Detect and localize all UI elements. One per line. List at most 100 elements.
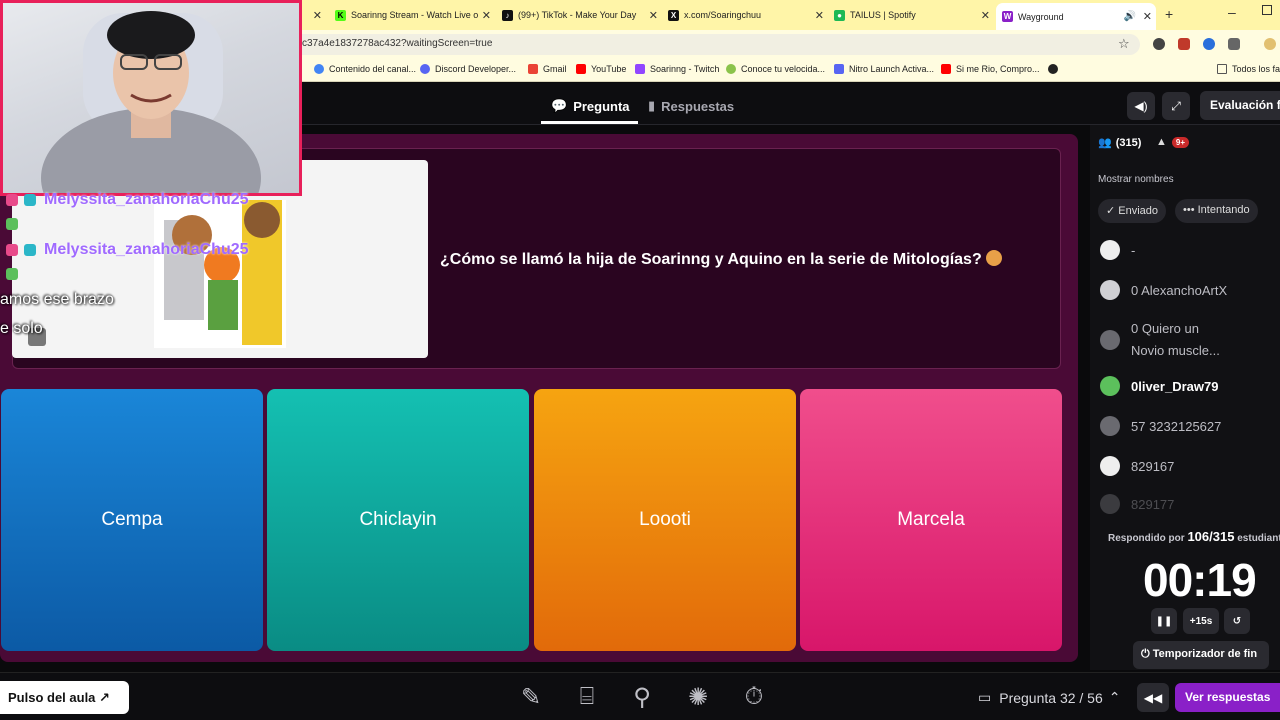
url-field[interactable]: c37a4e1837278ac432?waitingScreen=true	[290, 34, 1140, 55]
question-text: ¿Cómo se llamó la hija de Soarinng y Aqu…	[440, 250, 1002, 269]
tab-tiktok[interactable]: ♪ (99+) TikTok - Make Your Day ✕	[502, 4, 662, 26]
volume-icon: ◀)	[1134, 99, 1148, 113]
tab-pregunta[interactable]: 💬 Pregunta	[541, 98, 638, 124]
youtube-icon	[576, 64, 586, 74]
tiktok-icon: ♪	[502, 9, 513, 21]
tab-x[interactable]: X x.com/Soaringchuu ✕	[668, 4, 828, 26]
tab-spotify[interactable]: ● TAILUS | Spotify ✕	[834, 4, 994, 26]
show-names-label[interactable]: Mostrar nombres	[1098, 174, 1174, 185]
filter-sent-chip[interactable]: ✓ Enviado	[1098, 199, 1167, 223]
student-item[interactable]: 0liver_Draw79	[1100, 376, 1218, 396]
avatar[interactable]	[1264, 38, 1276, 50]
spinner-icon[interactable]: ✺	[681, 680, 715, 714]
puzzle-icon[interactable]	[1228, 38, 1240, 50]
chat-badge-icon	[24, 244, 36, 256]
chat-badge-icon	[6, 244, 18, 256]
question-counter[interactable]: ▭ Pregunta 32 / 56 ⌃	[978, 689, 1121, 706]
extension-icon[interactable]	[1203, 38, 1215, 50]
alerts[interactable]: ▲ 9+	[1156, 136, 1190, 148]
star-icon[interactable]: ☆	[1118, 36, 1130, 52]
globe-icon	[1048, 64, 1058, 74]
bookmark-item[interactable]: Gmail	[528, 64, 567, 74]
bar-chart-icon: ▮	[648, 98, 656, 113]
close-icon[interactable]: ✕	[981, 9, 990, 22]
external-link-icon: ↗	[99, 690, 110, 705]
end-evaluation-button[interactable]: Evaluación fin	[1200, 91, 1280, 120]
avatar	[1100, 330, 1120, 350]
extension-icon[interactable]	[1153, 38, 1165, 50]
wayground-icon: W	[1002, 11, 1013, 22]
answer-option-1[interactable]: Cempa	[1, 389, 263, 651]
chat-badge-icon	[6, 194, 18, 206]
student-item[interactable]: 829177	[1100, 494, 1174, 514]
student-item[interactable]: -	[1100, 240, 1135, 260]
streamer-video	[41, 11, 261, 193]
tab-soarinng-stream[interactable]: K Soarinng Stream - Watch Live o ✕	[335, 4, 495, 26]
chat-message: amos ese brazo	[0, 291, 114, 308]
previous-button[interactable]: ◀◀	[1137, 683, 1169, 712]
student-item[interactable]: 0 AlexanchoArtX	[1100, 280, 1227, 300]
student-item[interactable]: 57 3232125627	[1100, 416, 1221, 436]
bookmark-item[interactable]: Discord Developer...	[420, 64, 516, 74]
add-time-button[interactable]: +15s	[1183, 608, 1219, 634]
teleport-icon[interactable]: ⚲	[625, 680, 659, 714]
close-icon[interactable]: ✕	[815, 9, 824, 22]
chat-emote-icon	[6, 268, 18, 280]
bookmark-item[interactable]: Si me Rio, Compro...	[941, 64, 1040, 74]
chat-emote-icon	[6, 218, 18, 230]
bookmark-item[interactable]: Conoce tu velocida...	[726, 64, 825, 74]
bookmark-item[interactable]: YouTube	[576, 64, 626, 74]
maximize-icon[interactable]	[1262, 5, 1272, 15]
ellipsis-icon: •••	[1183, 204, 1198, 216]
avatar	[1100, 376, 1120, 396]
avatar	[1100, 416, 1120, 436]
extension-icon[interactable]	[1178, 38, 1190, 50]
close-icon[interactable]: ✕	[313, 9, 322, 22]
pause-button[interactable]: ❚❚	[1151, 608, 1177, 634]
twitch-icon	[635, 64, 645, 74]
nitro-icon	[834, 64, 844, 74]
bookmark-item[interactable]: Soarinng - Twitch	[635, 64, 719, 74]
answer-option-2[interactable]: Chiclayin	[267, 389, 529, 651]
student-item[interactable]: 0 Quiero un Novio muscle...	[1100, 318, 1220, 362]
power-icon: ⏻	[1141, 648, 1153, 660]
avatar	[1100, 494, 1120, 514]
screen: { "browser": { "tabs": [ {"title": "Soar…	[0, 0, 1280, 720]
minimize-icon[interactable]: –	[1228, 4, 1236, 20]
view-answers-button[interactable]: Ver respuestas	[1175, 683, 1280, 712]
participant-count[interactable]: 👥 (315)	[1098, 136, 1141, 150]
bookmark-item[interactable]: Contenido del canal...	[314, 64, 416, 74]
close-icon[interactable]: ✕	[649, 9, 658, 22]
tab-wayground[interactable]: W Wayground 🔊 ✕	[996, 3, 1156, 30]
webcam-overlay	[0, 0, 302, 196]
bookmark-folder[interactable]: Todos los fav	[1217, 64, 1280, 74]
speaker-icon[interactable]: 🔊	[1124, 11, 1136, 22]
reset-timer-button[interactable]: ↺	[1224, 608, 1250, 634]
close-icon[interactable]: ✕	[1143, 10, 1152, 23]
check-icon: ✓	[1106, 205, 1119, 217]
whiteboard-icon[interactable]: ⌸	[570, 680, 604, 714]
answer-option-3[interactable]: Loooti	[534, 389, 796, 651]
close-icon[interactable]: ✕	[482, 9, 491, 22]
alert-badge: 9+	[1171, 136, 1190, 148]
tab-partial[interactable]: ✕	[302, 4, 326, 26]
bookmark-item[interactable]: Nitro Launch Activa...	[834, 64, 934, 74]
student-item[interactable]: 829167	[1100, 456, 1174, 476]
kick-icon: K	[335, 9, 346, 21]
timer-tool-icon[interactable]: ⏱	[737, 680, 771, 714]
pause-icon: ❚❚	[1155, 615, 1173, 627]
pen-icon[interactable]: ✎	[514, 680, 548, 714]
end-timer-button[interactable]: ⏻ Temporizador de fin	[1133, 641, 1269, 669]
chat-badge-icon	[24, 194, 36, 206]
class-pulse-button[interactable]: Pulso del aula ↗	[0, 681, 129, 714]
new-tab-icon[interactable]: +	[1165, 6, 1173, 22]
google-icon	[314, 64, 324, 74]
chat-username: Melyssita_zanahoriaChu25	[44, 241, 249, 258]
answer-option-4[interactable]: Marcela	[800, 389, 1062, 651]
volume-button[interactable]: ◀)	[1127, 92, 1155, 120]
fullscreen-button[interactable]: ⤢	[1162, 92, 1190, 120]
filter-trying-chip[interactable]: ••• Intentando	[1175, 199, 1258, 223]
bookmark-item[interactable]	[1048, 64, 1063, 74]
tab-respuestas[interactable]: ▮ Respuestas	[648, 98, 734, 114]
folder-icon	[1217, 64, 1227, 74]
